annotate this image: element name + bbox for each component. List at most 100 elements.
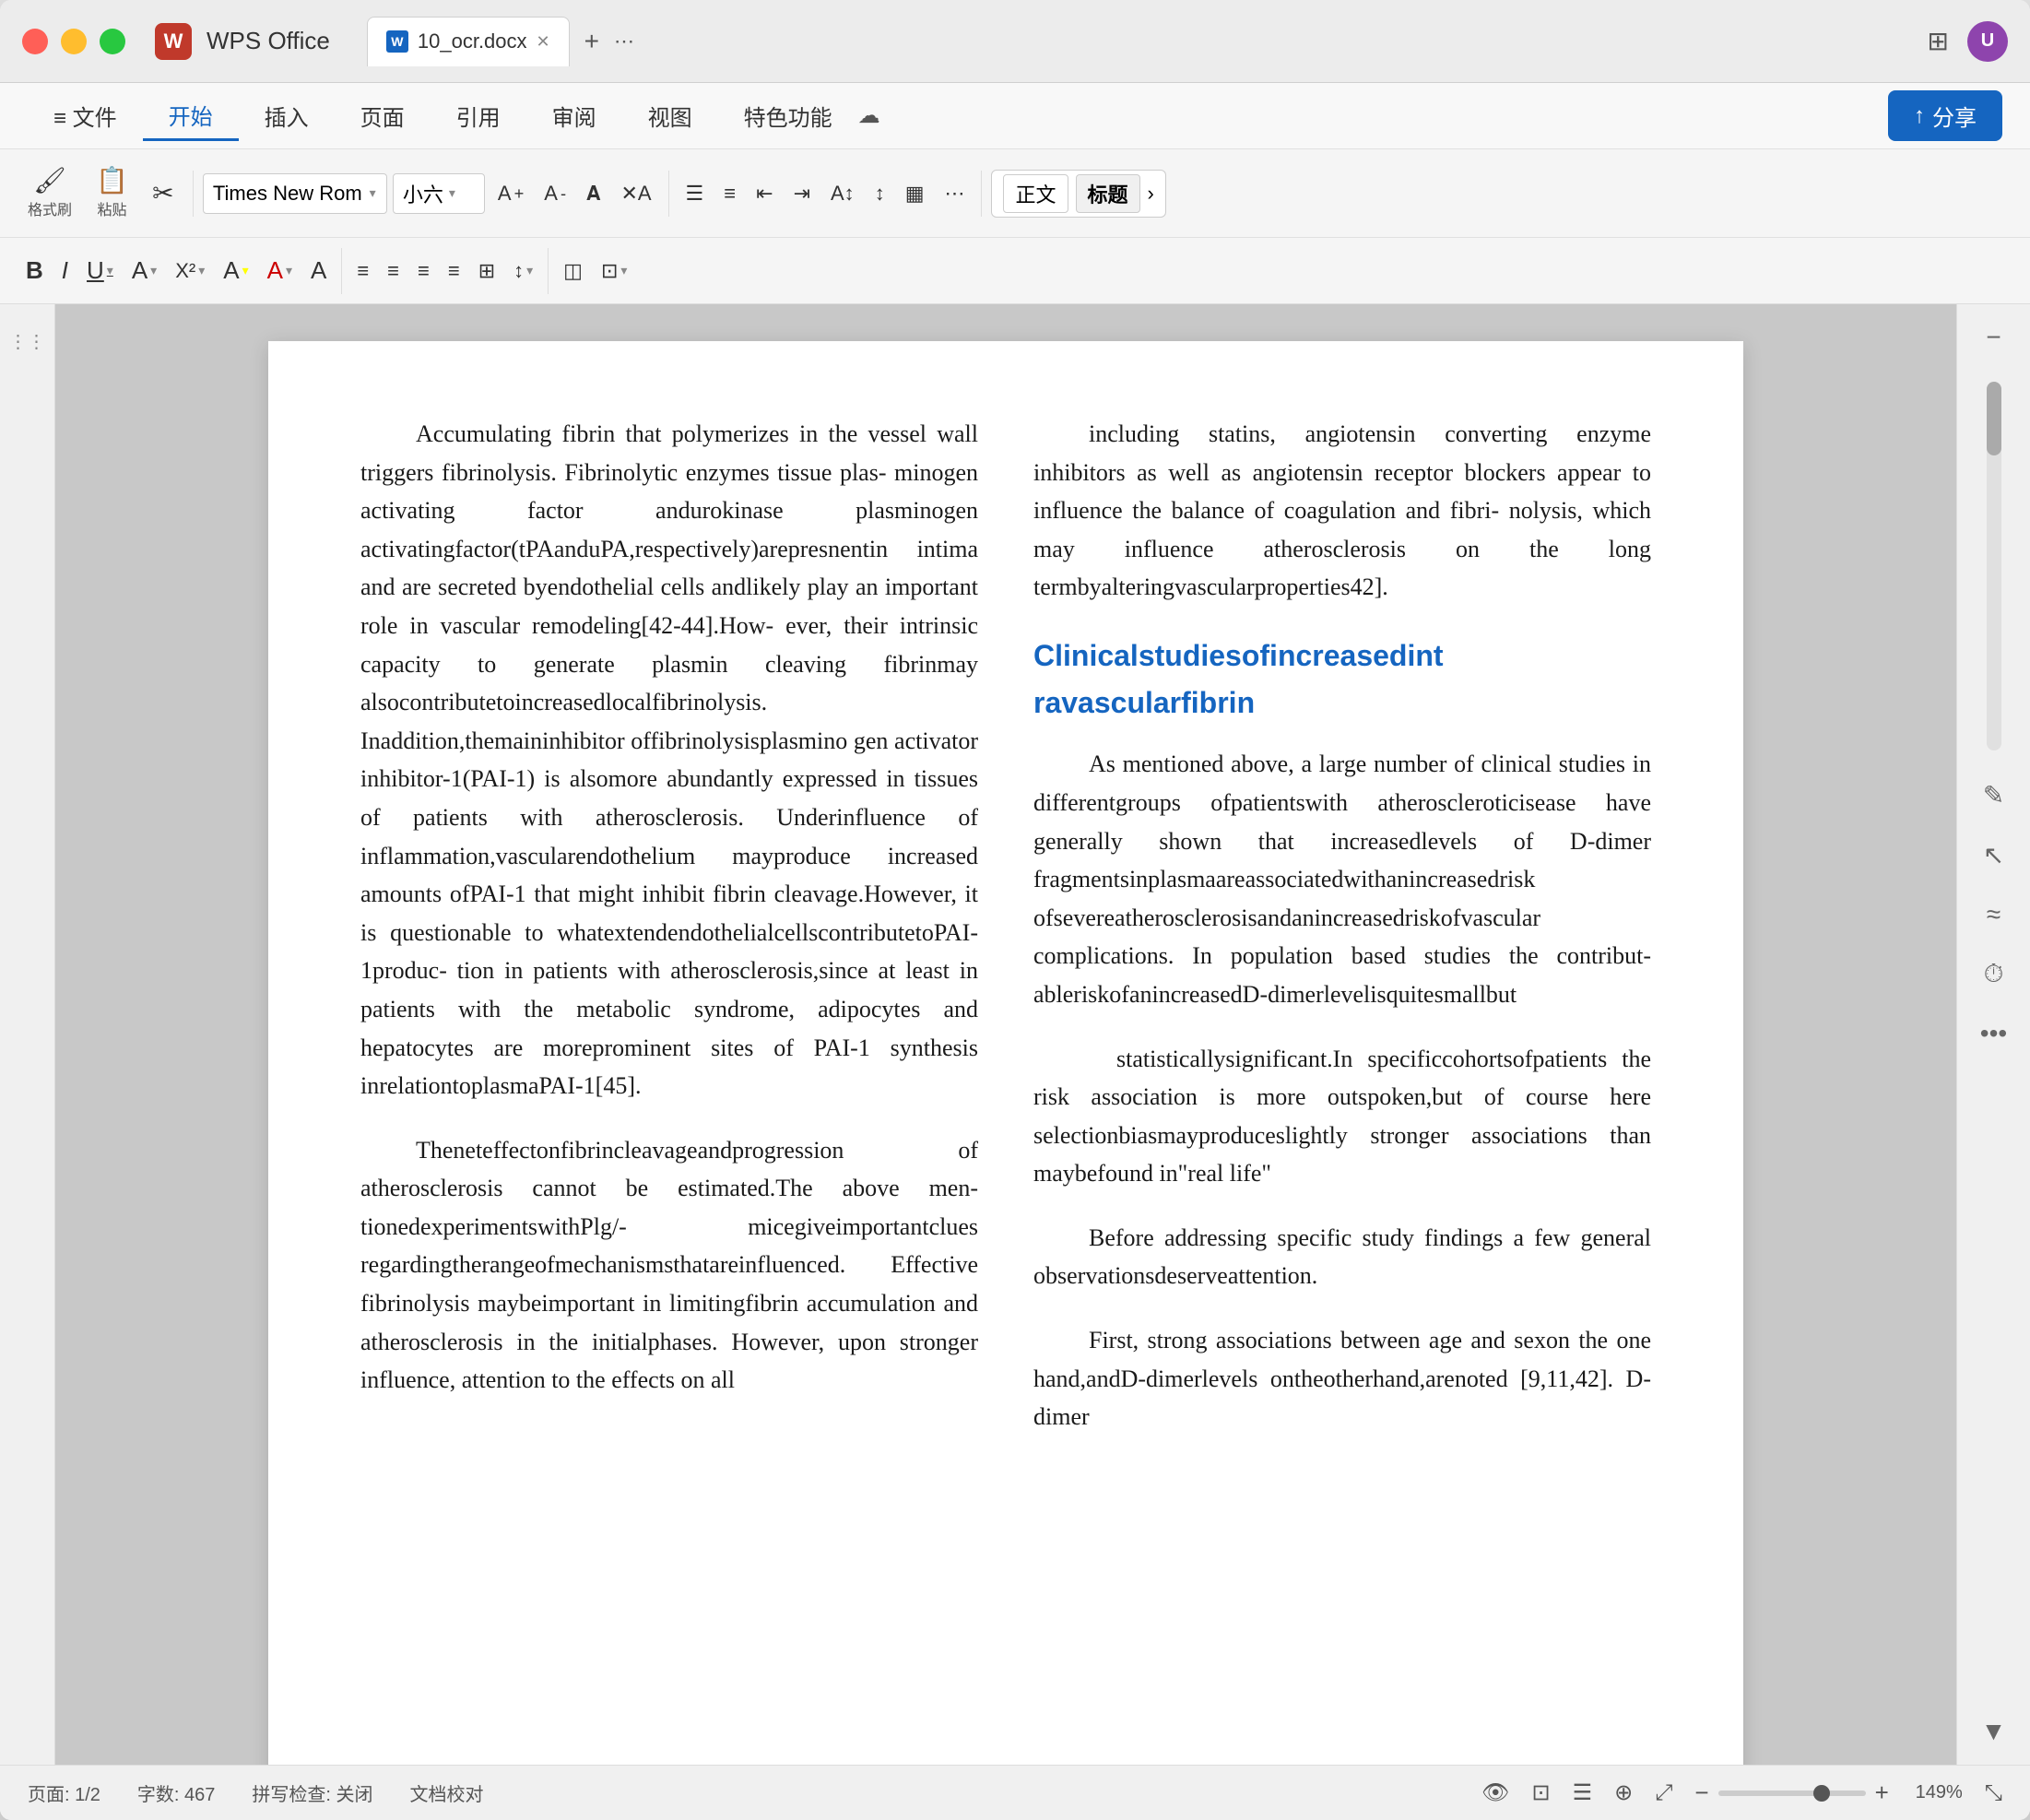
tab-filename: 10_ocr.docx	[418, 30, 527, 53]
scroll-up-button[interactable]: −	[1978, 315, 2008, 360]
toolbar-row2-sep2	[548, 248, 549, 294]
font-size-increase-button[interactable]: A+	[490, 177, 531, 210]
border-button[interactable]: ▦	[898, 177, 932, 210]
style-panel: 正文 标题 ›	[991, 170, 1165, 218]
zoom-out-button[interactable]: −	[1694, 1779, 1708, 1807]
share-upload-icon: ↑	[1914, 103, 1925, 129]
maximize-button[interactable]	[100, 29, 125, 54]
right-para-5: First, strong associations between age a…	[1033, 1321, 1651, 1436]
cut-button[interactable]: ✂	[143, 175, 183, 212]
menu-home[interactable]: 开始	[143, 91, 239, 141]
scrollbar-track[interactable]	[1987, 382, 2001, 750]
italic-button[interactable]: I	[54, 252, 76, 290]
clear-char-format-button[interactable]: A	[303, 252, 334, 290]
user-avatar[interactable]: U	[1967, 21, 2008, 62]
font-family-selector[interactable]: Times New Rom ▾	[203, 173, 387, 214]
right-para-2: As mentioned above, a large number of cl…	[1033, 745, 1651, 1013]
collapse-handle[interactable]: ⋮⋮	[2, 323, 53, 360]
zoom-in-button[interactable]: +	[1875, 1779, 1889, 1807]
clear-format-button[interactable]: ✕A	[613, 177, 658, 210]
zoom-level-display: 149%	[1898, 1782, 1963, 1803]
align-right-button[interactable]: ≡	[410, 254, 437, 288]
style-heading-label[interactable]: 标题	[1076, 174, 1140, 213]
font-format-button[interactable]: 𝐀	[579, 177, 608, 210]
web-view-icon[interactable]: ⊕	[1614, 1779, 1633, 1806]
menu-page[interactable]: 页面	[335, 92, 431, 139]
style-normal-label[interactable]: 正文	[1003, 174, 1068, 213]
font-size-dropdown-arrow: ▾	[449, 185, 455, 201]
more-options-icon[interactable]: •••	[1973, 1011, 2014, 1056]
format-brush-button[interactable]: 🖌 格式刷	[18, 162, 81, 225]
left-gutter: ⋮⋮	[0, 304, 55, 1765]
tab-expand-icon[interactable]: ⋯	[614, 30, 634, 53]
doc-check[interactable]: 文档校对	[410, 1779, 484, 1806]
scrollbar-thumb	[1987, 382, 2001, 455]
zoom-slider-thumb	[1813, 1785, 1830, 1802]
app-name-label: WPS Office	[207, 27, 330, 55]
fit-to-window-icon[interactable]: ⤡	[1985, 1780, 2002, 1806]
zoom-slider[interactable]	[1718, 1790, 1866, 1796]
edit-icon[interactable]: ✎	[1976, 773, 2012, 818]
menu-special[interactable]: 特色功能	[718, 92, 858, 139]
paste-label: 粘贴	[97, 197, 126, 219]
indent-increase-button[interactable]: ⇥	[786, 177, 818, 210]
sidebar-toggle-icon[interactable]: ⊞	[1928, 26, 1949, 56]
main-area: ⋮⋮ Accumulating fibrin that polymerizes …	[0, 304, 2030, 1765]
font-size-display: 小六	[403, 179, 443, 208]
line-spacing-button[interactable]: ↕	[867, 177, 892, 210]
font-family-dropdown-arrow: ▾	[370, 185, 376, 201]
scroll-down-button[interactable]: ▼	[1974, 1709, 2014, 1754]
bold-button[interactable]: B	[18, 252, 51, 290]
align-justify-button[interactable]: ≡	[441, 254, 467, 288]
text-color-button[interactable]: A ▾	[260, 252, 300, 290]
doc-left-column: Accumulating fibrin that polymerizes in …	[360, 415, 978, 1743]
minimize-button[interactable]	[61, 29, 87, 54]
align-center-button[interactable]: ≡	[380, 254, 407, 288]
menu-insert[interactable]: 插入	[239, 92, 335, 139]
shading-button[interactable]: ◫	[556, 254, 590, 288]
cursor-icon[interactable]: ↖	[1976, 833, 2012, 878]
align-left-button[interactable]: ≡	[349, 254, 376, 288]
outline-view-icon[interactable]: ☰	[1573, 1779, 1593, 1806]
document-tab[interactable]: W 10_ocr.docx ✕	[367, 17, 570, 66]
statusbar-right: 👁 ⊡ ☰ ⊕ ⤢ − + 149% ⤡	[1481, 1779, 2002, 1807]
share-button[interactable]: ↑ 分享	[1888, 90, 2002, 141]
more-button[interactable]: ⋯	[937, 177, 972, 210]
menu-reference[interactable]: 引用	[431, 92, 526, 139]
history-icon[interactable]: ⏱	[1977, 951, 2012, 997]
columns-button[interactable]: ⊞	[471, 254, 502, 288]
statusbar: 页面: 1/2 字数: 467 拼写检查: 关闭 文档校对 👁 ⊡ ☰ ⊕ ⤢ …	[0, 1765, 2030, 1820]
titlebar-right: ⊞ U	[1928, 21, 2008, 62]
unordered-list-button[interactable]: ☰	[679, 177, 712, 210]
fullscreen-icon[interactable]: ⤢	[1655, 1780, 1672, 1806]
spell-check[interactable]: 拼写检查: 关闭	[252, 1779, 372, 1806]
close-button[interactable]	[22, 29, 48, 54]
ordered-list-button[interactable]: ≡	[716, 177, 743, 210]
superscript-button[interactable]: X² ▾	[168, 254, 212, 288]
border-style-button[interactable]: ⊡ ▾	[594, 254, 634, 288]
indent-decrease-button[interactable]: ⇤	[749, 177, 780, 210]
font-size-selector[interactable]: 小六 ▾	[393, 173, 485, 214]
highlight-button[interactable]: A ▾	[216, 252, 255, 290]
paste-button[interactable]: 📋 粘贴	[87, 162, 137, 225]
new-tab-button[interactable]: +	[573, 27, 610, 56]
menu-file[interactable]: ≡ 文件	[28, 92, 143, 139]
settings-icon[interactable]: ≈	[1979, 892, 2008, 937]
style-more-icon[interactable]: ›	[1148, 182, 1154, 206]
zoom-control[interactable]: − + 149%	[1694, 1779, 1962, 1807]
page-view-icon[interactable]: ⊡	[1531, 1779, 1550, 1806]
format-brush-label: 格式刷	[28, 197, 72, 219]
menu-review[interactable]: 审阅	[526, 92, 622, 139]
view-icon[interactable]: 👁	[1481, 1779, 1509, 1806]
wps-logo: W	[155, 23, 192, 60]
font-color-button[interactable]: A ▾	[124, 252, 164, 290]
menu-view[interactable]: 视图	[622, 92, 718, 139]
tab-close-icon[interactable]: ✕	[537, 32, 550, 52]
font-size-decrease-button[interactable]: A-	[537, 177, 573, 210]
para-spacing-button[interactable]: ↕ ▾	[506, 254, 540, 288]
underline-button[interactable]: U ▾	[79, 252, 121, 290]
toolbar-sep-1	[193, 171, 194, 217]
cloud-save-icon[interactable]: ☁	[858, 102, 880, 129]
document-area[interactable]: Accumulating fibrin that polymerizes in …	[55, 304, 1956, 1765]
text-direction-button[interactable]: A↕	[823, 177, 862, 210]
